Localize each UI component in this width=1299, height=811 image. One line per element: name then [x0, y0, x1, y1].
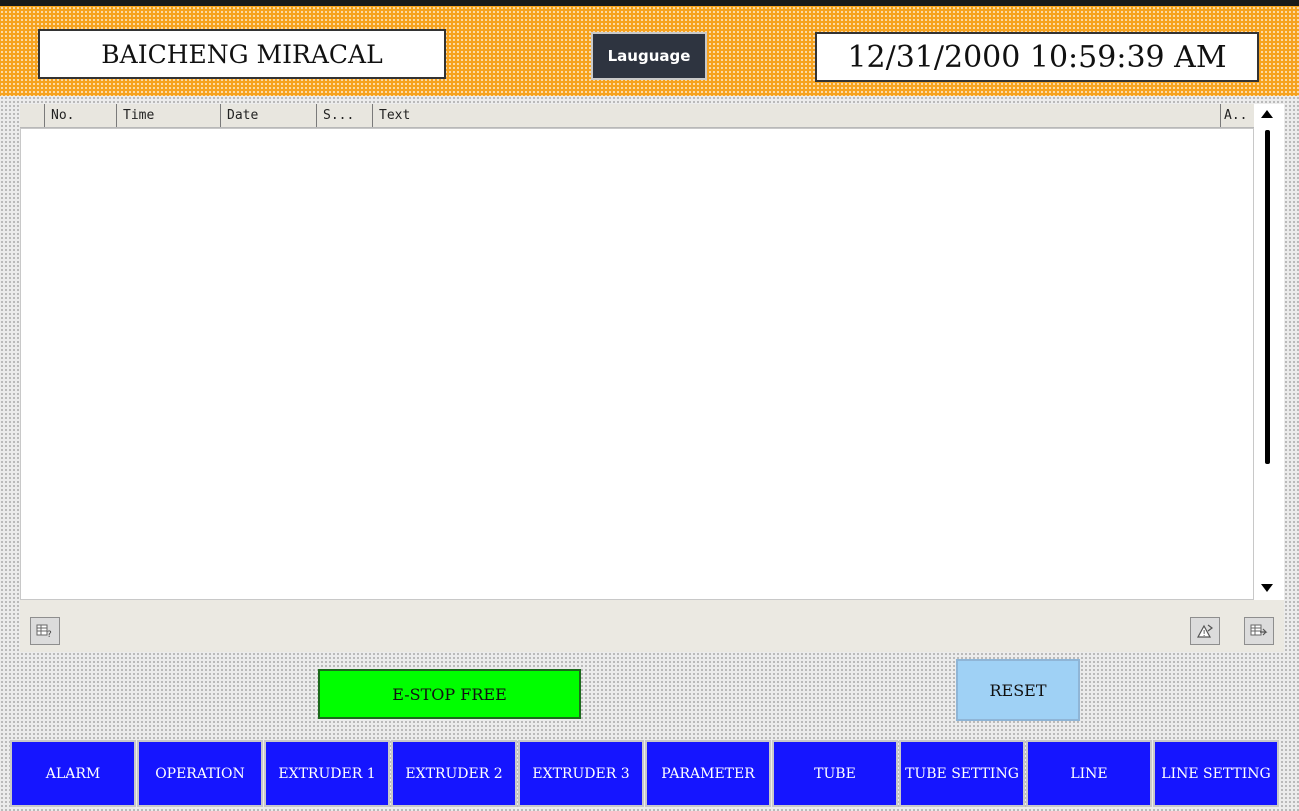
bottom-navigation: ALARM OPERATION EXTRUDER 1 EXTRUDER 2 EX…: [0, 738, 1299, 811]
column-header-date[interactable]: Date: [220, 104, 316, 127]
column-header-time[interactable]: Time: [116, 104, 220, 127]
nav-operation-button[interactable]: OPERATION: [137, 740, 263, 807]
nav-parameter-button[interactable]: PARAMETER: [645, 740, 771, 807]
alarm-view: No. Time Date S... Text A.. ? !: [20, 104, 1284, 652]
alarm-table-body[interactable]: [20, 128, 1254, 600]
alarm-table-header: No. Time Date S... Text A..: [20, 104, 1254, 128]
alarm-toolbar: ? !: [20, 600, 1284, 652]
nav-extruder-1-button[interactable]: EXTRUDER 1: [264, 740, 390, 807]
scroll-up-arrow-icon[interactable]: [1261, 110, 1273, 118]
nav-extruder-2-button[interactable]: EXTRUDER 2: [391, 740, 517, 807]
datetime-display: 12/31/2000 10:59:39 AM: [815, 32, 1259, 82]
nav-alarm-button[interactable]: ALARM: [10, 740, 136, 807]
nav-tube-setting-button[interactable]: TUBE SETTING: [899, 740, 1025, 807]
scrollbar-thumb[interactable]: [1265, 130, 1270, 464]
column-header-no[interactable]: No.: [44, 104, 116, 127]
vertical-scrollbar[interactable]: [1254, 104, 1284, 600]
scroll-down-arrow-icon[interactable]: [1261, 584, 1273, 592]
acknowledge-icon: !: [1196, 624, 1213, 638]
table-settings-icon: [1250, 624, 1268, 636]
nav-line-setting-button[interactable]: LINE SETTING: [1153, 740, 1279, 807]
brand-title: BAICHENG MIRACAL: [38, 29, 446, 79]
nav-line-button[interactable]: LINE: [1026, 740, 1152, 807]
column-header-text[interactable]: Text: [372, 104, 1220, 127]
estop-status-button[interactable]: E-STOP FREE: [318, 669, 581, 719]
table-settings-button[interactable]: [1244, 617, 1274, 645]
nav-extruder-3-button[interactable]: EXTRUDER 3: [518, 740, 644, 807]
table-help-button[interactable]: ?: [30, 617, 60, 645]
reset-button[interactable]: RESET: [956, 659, 1080, 721]
header-bar: BAICHENG MIRACAL Lauguage 12/31/2000 10:…: [0, 6, 1299, 96]
acknowledge-button[interactable]: !: [1190, 617, 1220, 645]
column-header-ack[interactable]: A..: [1220, 104, 1254, 127]
table-help-icon: ?: [36, 624, 52, 639]
svg-text:!: !: [1203, 629, 1206, 638]
svg-text:?: ?: [47, 630, 52, 639]
nav-tube-button[interactable]: TUBE: [772, 740, 898, 807]
column-header-status[interactable]: S...: [316, 104, 372, 127]
language-button[interactable]: Lauguage: [591, 32, 707, 80]
